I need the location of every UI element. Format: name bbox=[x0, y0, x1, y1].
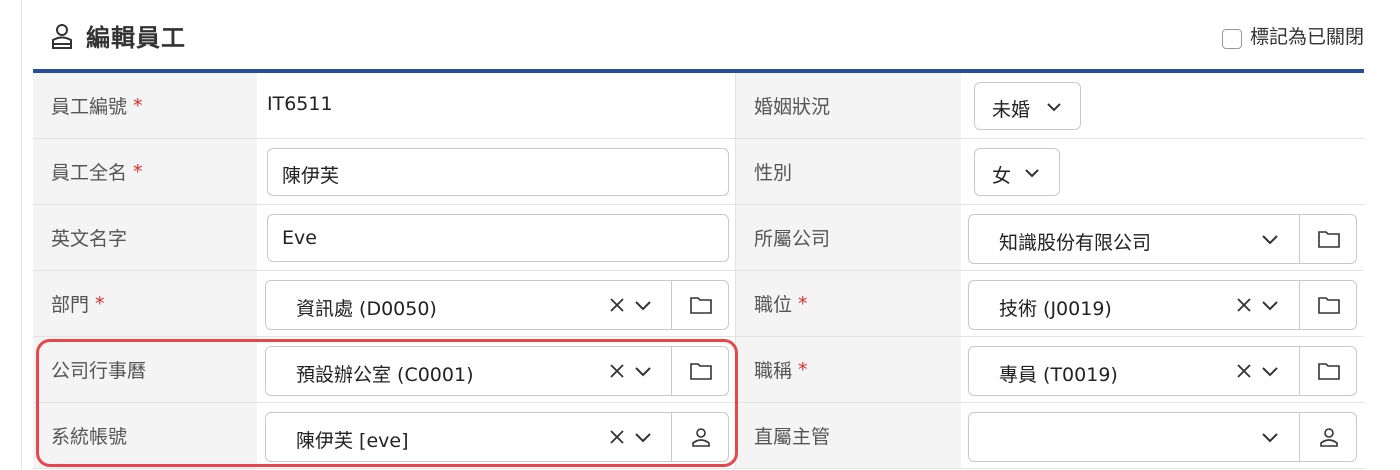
supervisor-select[interactable] bbox=[968, 412, 1357, 462]
form-row: 系統帳號 陳伊芙 [eve] 直屬主管 bbox=[33, 403, 1364, 469]
chevron-down-icon bbox=[1047, 103, 1061, 112]
clear-icon[interactable] bbox=[606, 426, 628, 448]
required-mark: * bbox=[133, 94, 143, 117]
marital-status-select[interactable]: 未婚 bbox=[974, 82, 1081, 130]
company-calendar-browse-button[interactable] bbox=[672, 347, 730, 395]
folder-icon bbox=[690, 363, 712, 380]
system-account-value: 陳伊芙 [eve] bbox=[296, 430, 409, 452]
mark-closed-label: 標記為已關閉 bbox=[1249, 26, 1364, 48]
clear-icon[interactable] bbox=[1233, 294, 1255, 316]
required-mark: * bbox=[133, 160, 143, 183]
position-value: 技術 (J0019) bbox=[999, 298, 1112, 320]
full-name-cell: 陳伊芙 bbox=[257, 139, 736, 204]
position-label: 職位 * bbox=[736, 271, 961, 336]
left-frame bbox=[0, 0, 22, 470]
company-label: 所屬公司 bbox=[736, 205, 961, 270]
mark-closed-checkbox[interactable] bbox=[1221, 28, 1242, 49]
job-title-label: 職稱 * bbox=[736, 337, 961, 402]
chevron-down-icon[interactable] bbox=[632, 360, 654, 382]
form-row: 員工全名 * 陳伊芙 性別 女 bbox=[33, 139, 1364, 205]
title-wrap: 編輯員工 bbox=[50, 18, 186, 53]
department-browse-button[interactable] bbox=[672, 281, 730, 329]
chevron-down-icon[interactable] bbox=[632, 426, 654, 448]
form-row: 公司行事曆 預設辦公室 (C0001) 職稱 * 專員 (T0019) bbox=[33, 337, 1364, 403]
gender-value: 女 bbox=[992, 165, 1012, 187]
employee-id-cell: IT6511 bbox=[257, 73, 736, 138]
required-mark: * bbox=[95, 292, 105, 315]
department-select[interactable]: 資訊處 (D0050) bbox=[265, 280, 729, 330]
company-browse-button[interactable] bbox=[1300, 215, 1358, 263]
employee-id-value: IT6511 bbox=[267, 93, 333, 115]
form-row: 部門 * 資訊處 (D0050) 職位 * 技術 (J0019) bbox=[33, 271, 1364, 337]
english-name-label: 英文名字 bbox=[33, 205, 257, 270]
mark-closed-toggle[interactable]: 標記為已關閉 bbox=[1221, 22, 1364, 49]
chevron-down-icon[interactable] bbox=[1259, 228, 1281, 250]
marital-status-label: 婚姻狀況 bbox=[736, 73, 961, 138]
company-calendar-cell: 預設辦公室 (C0001) bbox=[257, 337, 736, 402]
chevron-down-icon[interactable] bbox=[1259, 426, 1281, 448]
department-cell: 資訊處 (D0050) bbox=[257, 271, 736, 336]
system-account-pick-button[interactable] bbox=[672, 413, 730, 461]
employee-id-label: 員工編號 * bbox=[33, 73, 257, 138]
gender-select[interactable]: 女 bbox=[974, 148, 1060, 196]
company-calendar-select[interactable]: 預設辦公室 (C0001) bbox=[265, 346, 729, 396]
page-header: 編輯員工 標記為已關閉 bbox=[22, 0, 1400, 70]
required-mark: * bbox=[798, 358, 808, 381]
folder-icon bbox=[1318, 231, 1340, 248]
position-cell: 技術 (J0019) bbox=[961, 271, 1364, 336]
company-calendar-value: 預設辦公室 (C0001) bbox=[296, 364, 474, 386]
chevron-down-icon bbox=[1025, 169, 1039, 178]
chevron-down-icon[interactable] bbox=[632, 294, 654, 316]
employee-form: 員工編號 * IT6511 婚姻狀況 未婚 員工全名 * 陳伊芙 性別 女 英文名字 bbox=[33, 73, 1364, 469]
gender-label: 性別 bbox=[736, 139, 961, 204]
full-name-input[interactable]: 陳伊芙 bbox=[267, 148, 729, 196]
position-select[interactable]: 技術 (J0019) bbox=[968, 280, 1357, 330]
supervisor-pick-button[interactable] bbox=[1300, 413, 1358, 461]
folder-icon bbox=[1318, 363, 1340, 380]
department-value: 資訊處 (D0050) bbox=[296, 298, 437, 320]
job-title-browse-button[interactable] bbox=[1300, 347, 1358, 395]
user-icon bbox=[692, 428, 710, 447]
chevron-down-icon[interactable] bbox=[1259, 360, 1281, 382]
job-title-cell: 專員 (T0019) bbox=[961, 337, 1364, 402]
user-badge-icon bbox=[52, 23, 72, 49]
supervisor-cell bbox=[961, 403, 1364, 468]
form-row: 員工編號 * IT6511 婚姻狀況 未婚 bbox=[33, 73, 1364, 139]
user-icon bbox=[1320, 428, 1338, 447]
system-account-label: 系統帳號 bbox=[33, 403, 257, 468]
marital-status-cell: 未婚 bbox=[961, 73, 1364, 138]
department-label: 部門 * bbox=[33, 271, 257, 336]
form-row: 英文名字 Eve 所屬公司 知識股份有限公司 bbox=[33, 205, 1364, 271]
job-title-select[interactable]: 專員 (T0019) bbox=[968, 346, 1357, 396]
company-cell: 知識股份有限公司 bbox=[961, 205, 1364, 270]
clear-icon[interactable] bbox=[1233, 360, 1255, 382]
clear-icon[interactable] bbox=[606, 360, 628, 382]
full-name-label: 員工全名 * bbox=[33, 139, 257, 204]
folder-icon bbox=[690, 297, 712, 314]
supervisor-label: 直屬主管 bbox=[736, 403, 961, 468]
job-title-value: 專員 (T0019) bbox=[999, 364, 1118, 386]
english-name-input[interactable]: Eve bbox=[267, 214, 729, 262]
chevron-down-icon[interactable] bbox=[1259, 294, 1281, 316]
position-browse-button[interactable] bbox=[1300, 281, 1358, 329]
system-account-cell: 陳伊芙 [eve] bbox=[257, 403, 736, 468]
folder-icon bbox=[1318, 297, 1340, 314]
page-title: 編輯員工 bbox=[86, 24, 186, 52]
company-select[interactable]: 知識股份有限公司 bbox=[968, 214, 1357, 264]
company-value: 知識股份有限公司 bbox=[999, 232, 1152, 254]
clear-icon[interactable] bbox=[606, 294, 628, 316]
english-name-cell: Eve bbox=[257, 205, 736, 270]
company-calendar-label: 公司行事曆 bbox=[33, 337, 257, 402]
system-account-select[interactable]: 陳伊芙 [eve] bbox=[265, 412, 729, 462]
marital-status-value: 未婚 bbox=[992, 99, 1031, 121]
required-mark: * bbox=[798, 292, 808, 315]
gender-cell: 女 bbox=[961, 139, 1364, 204]
